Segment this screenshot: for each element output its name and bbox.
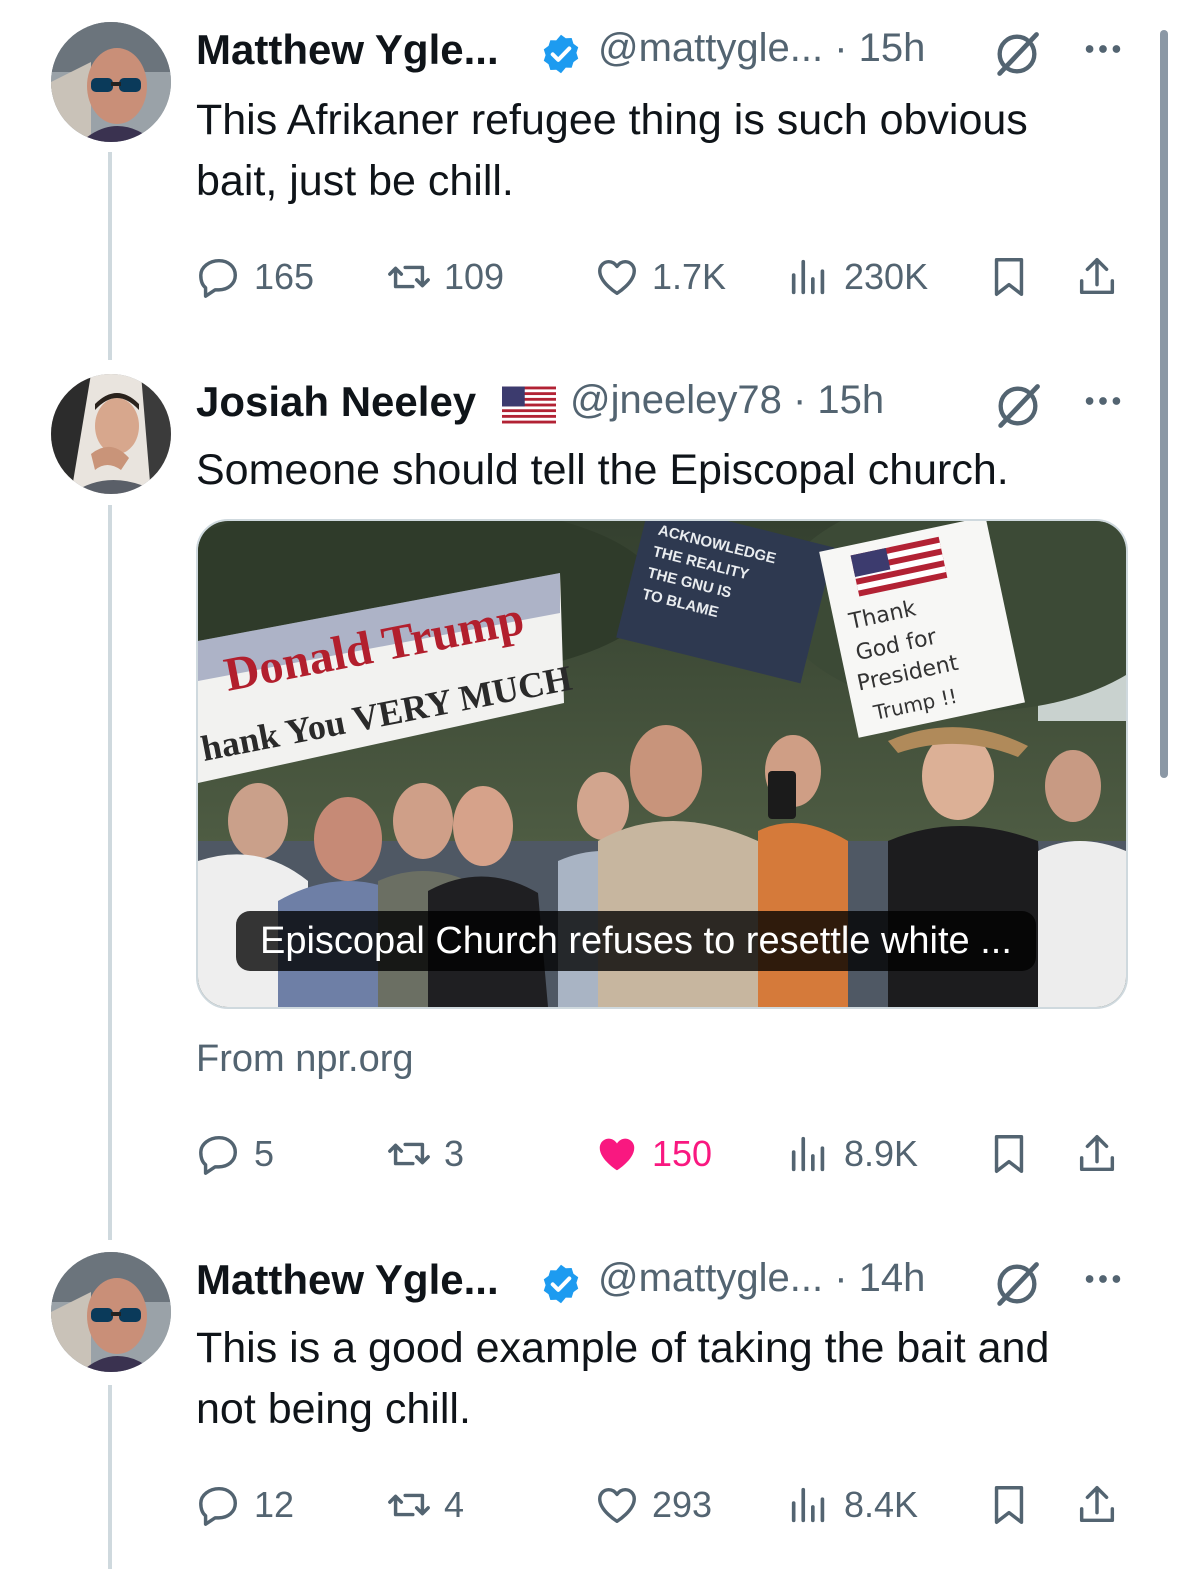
repost-count: 3 [444,1133,465,1174]
views-icon [791,1487,825,1523]
tweet-text: This is a good example of taking the bai… [196,1324,1050,1433]
repost-count: 4 [444,1484,465,1525]
like-count: 1.7K [652,256,727,297]
grok-icon[interactable] [991,1258,1043,1310]
handle-and-time[interactable]: @jneeley78 · 15h [570,378,884,423]
tweet-text: Someone should tell the Episcopal church… [196,446,1009,494]
handle-and-time[interactable]: @mattygle... · 14h [598,1256,925,1301]
reply-count: 165 [254,256,315,297]
like-button[interactable]: 150 [594,1124,712,1184]
scrollbar[interactable] [1160,30,1168,778]
like-icon [598,1487,636,1524]
more-icon[interactable] [1080,26,1126,72]
views-button[interactable]: 230K [786,247,928,307]
display-name[interactable]: Matthew Ygle... [196,1256,499,1304]
display-name[interactable]: Matthew Ygle... [196,26,499,74]
share-icon [1079,258,1115,295]
action-bar: 165 109 1.7K 230K [196,247,1126,307]
tweet[interactable]: Matthew Ygle... @mattygle... · 14h This … [196,1252,1126,1562]
bookmark-icon [994,1486,1024,1524]
views-button[interactable]: 8.4K [786,1475,918,1535]
card-title[interactable]: Episcopal Church refuses to resettle whi… [236,911,1036,971]
repost-button[interactable]: 3 [386,1124,464,1184]
verified-badge-icon [543,34,579,74]
bookmark-button[interactable] [986,1124,1032,1184]
share-icon [1079,1135,1115,1172]
like-button[interactable]: 1.7K [594,247,726,307]
repost-icon [388,1493,430,1517]
views-icon [791,259,825,295]
like-button[interactable]: 293 [594,1475,712,1535]
share-button[interactable] [1074,247,1120,307]
verified-badge-icon [543,1264,579,1304]
reply-button[interactable]: 5 [196,1124,274,1184]
tweet-header: Matthew Ygle... @mattygle... · 14h [196,1252,1126,1312]
link-card[interactable]: Donald Trump hank You VERY MUCH ACKNOWLE… [196,519,1128,1009]
like-icon [598,259,636,296]
thread-line [108,152,112,360]
more-icon[interactable] [1080,378,1126,424]
repost-icon [388,1142,430,1166]
tweet-header: Josiah Neeley @jneeley78 · 15h [196,374,1126,434]
repost-button[interactable]: 4 [386,1475,464,1535]
card-source[interactable]: From npr.org [196,1038,414,1081]
views-icon [791,1136,825,1172]
views-count: 8.9K [844,1133,919,1174]
display-name[interactable]: Josiah Neeley [196,378,476,426]
grok-icon[interactable] [991,28,1043,80]
action-bar: 12 4 293 8.4K [196,1475,1126,1535]
flag-us-icon [502,386,556,424]
tweet-text: This Afrikaner refugee thing is such obv… [196,96,1028,205]
reply-icon [199,258,238,298]
grok-icon[interactable] [992,380,1044,432]
tweet[interactable]: Josiah Neeley @jneeley78 · 15h Someone s… [196,374,1128,1224]
bookmark-button[interactable] [986,247,1032,307]
tweet[interactable]: Matthew Ygle... @mattygle... · 15h This … [196,22,1126,322]
thread-line [108,505,112,1240]
more-icon[interactable] [1080,1256,1126,1302]
share-icon [1079,1486,1115,1523]
repost-count: 109 [444,256,505,297]
thread-line [108,1385,112,1569]
views-count: 8.4K [844,1484,919,1525]
bookmark-button[interactable] [986,1475,1032,1535]
avatar[interactable] [51,1252,171,1372]
like-count: 150 [652,1133,713,1174]
like-count: 293 [652,1484,713,1525]
reply-count: 5 [254,1133,275,1174]
reply-icon [199,1486,238,1526]
repost-icon [388,265,430,289]
reply-button[interactable]: 12 [196,1475,294,1535]
avatar[interactable] [51,374,171,494]
action-bar: 5 3 150 8.9K [196,1124,1126,1184]
views-button[interactable]: 8.9K [786,1124,918,1184]
share-button[interactable] [1074,1475,1120,1535]
like-icon [599,1138,635,1171]
reply-button[interactable]: 165 [196,247,314,307]
share-button[interactable] [1074,1124,1120,1184]
avatar[interactable] [51,22,171,142]
repost-button[interactable]: 109 [386,247,504,307]
views-count: 230K [844,256,929,297]
reply-icon [199,1135,238,1175]
tweet-header: Matthew Ygle... @mattygle... · 15h [196,22,1126,82]
handle-and-time[interactable]: @mattygle... · 15h [598,26,925,71]
bookmark-icon [994,1135,1024,1173]
reply-count: 12 [254,1484,295,1525]
bookmark-icon [994,258,1024,296]
